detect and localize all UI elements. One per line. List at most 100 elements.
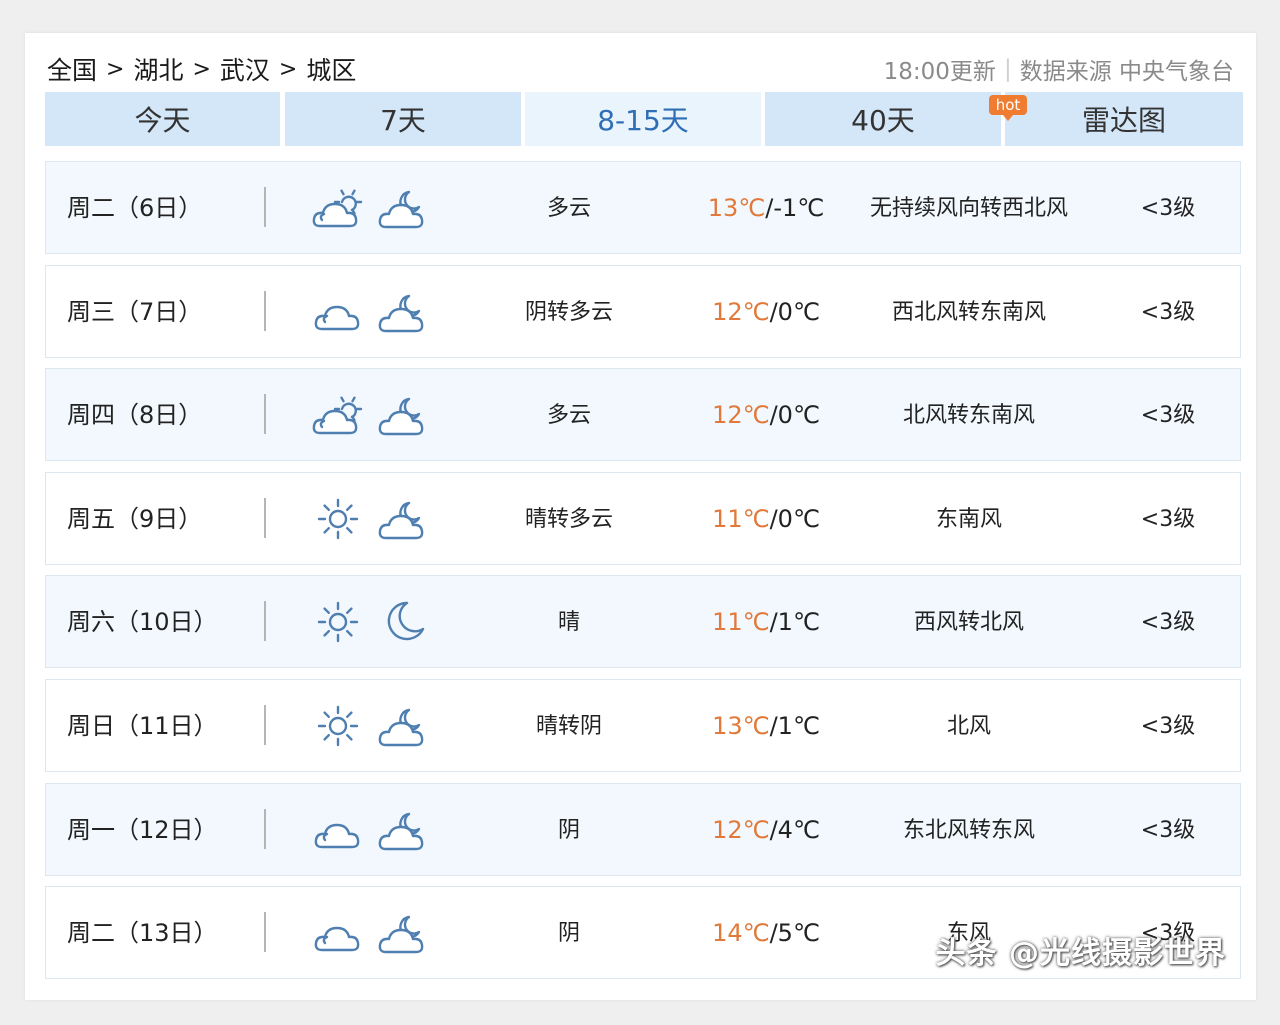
- low-temp: /-1℃: [765, 194, 825, 222]
- overcast-cloud-icon: [312, 287, 364, 337]
- temperature-range: 12℃/0℃: [666, 266, 866, 357]
- temperature-range: 11℃/1℃: [666, 576, 866, 667]
- weather-card: 全国 > 湖北 > 武汉 > 城区 18:00更新 | 数据来源 中央气象台 今…: [25, 33, 1256, 1000]
- crescent-moon-icon: [377, 597, 429, 647]
- high-temp: 11℃: [712, 504, 770, 533]
- wind-level: <3级: [1140, 817, 1196, 843]
- breadcrumb-separator: >: [106, 56, 125, 82]
- forecast-row: 周日（11日） 晴转阴 13℃/1℃ 北风 <3级: [45, 679, 1241, 772]
- column-divider: [264, 290, 266, 331]
- column-divider: [264, 808, 266, 849]
- update-info: 18:00更新 | 数据来源 中央气象台: [884, 52, 1234, 86]
- wind-direction: 北风: [946, 714, 991, 739]
- forecast-row: 周六（10日） 晴 11℃/1℃ 西风转北风 <3级: [45, 575, 1241, 669]
- tab-8-15-days[interactable]: 8-15天: [525, 92, 761, 146]
- breadcrumb: 全国 > 湖北 > 武汉 > 城区: [47, 51, 356, 87]
- forecast-day: 周四（8日）: [67, 401, 203, 430]
- low-temp: /5℃: [769, 919, 820, 948]
- low-temp: /1℃: [769, 712, 820, 740]
- wind-direction: 西北风转东南风: [891, 299, 1046, 325]
- high-temp: 13℃: [707, 194, 766, 222]
- partly-cloudy-sun-icon: [312, 183, 364, 233]
- breadcrumb-separator: >: [192, 56, 211, 82]
- breadcrumb-separator: >: [278, 56, 298, 82]
- high-temp: 11℃: [712, 608, 770, 637]
- cloud-moon-icon: [377, 183, 429, 233]
- low-temp: /0℃: [769, 401, 820, 430]
- weather-condition: 阴: [557, 817, 580, 843]
- column-divider: [264, 187, 266, 227]
- cloud-moon-icon: [377, 494, 429, 544]
- tab-7-days[interactable]: 7天: [285, 92, 521, 146]
- forecast-row: 周五（9日） 晴转多云 11℃/0℃ 东南风 <3级: [45, 471, 1241, 565]
- wind-level: <3级: [1140, 299, 1196, 325]
- forecast-row: 周一（12日） 阴 12℃/4℃ 东北风转东风 <3级: [45, 782, 1241, 876]
- breadcrumb-item-country[interactable]: 全国: [47, 51, 97, 87]
- forecast-day: 周日（11日）: [67, 712, 218, 740]
- cloud-moon-icon: [377, 908, 429, 958]
- low-temp: /1℃: [769, 608, 820, 637]
- wind-direction: 无持续风向转西北风: [869, 196, 1068, 221]
- breadcrumb-item-district: 城区: [306, 56, 357, 85]
- wind-direction: 西风转北风: [913, 610, 1024, 636]
- cloud-moon-icon: [377, 701, 429, 751]
- forecast-day: 周五（9日）: [67, 504, 203, 533]
- forecast-day: 周一（12日）: [67, 815, 218, 844]
- forecast-day: 周三（7日）: [67, 297, 203, 326]
- sun-icon: [312, 597, 364, 647]
- partly-cloudy-sun-icon: [312, 390, 364, 440]
- weather-condition: 晴: [557, 610, 580, 636]
- high-temp: 13℃: [712, 712, 770, 740]
- column-divider: [264, 912, 266, 953]
- high-temp: 14℃: [712, 919, 770, 948]
- sun-icon: [312, 494, 364, 544]
- wind-direction: 东北风转东风: [902, 817, 1035, 843]
- watermark: 头条 @光线摄影世界: [935, 936, 1226, 971]
- wind-level: <3级: [1140, 610, 1196, 636]
- cloud-moon-icon: [377, 287, 429, 337]
- forecast-day: 周六（10日）: [67, 608, 218, 637]
- column-divider: [264, 497, 266, 538]
- hot-badge: hot: [989, 95, 1027, 121]
- forecast-row: 周二（6日） 多云 13℃/-1℃ 无持续风向转西北风 <3级: [45, 161, 1241, 254]
- breadcrumb-item-province[interactable]: 湖北: [133, 51, 183, 87]
- weather-condition: 阴转多云: [524, 299, 613, 325]
- tab-today[interactable]: 今天: [45, 92, 280, 146]
- overcast-cloud-icon: [312, 908, 364, 958]
- temperature-range: 12℃/0℃: [666, 369, 866, 460]
- temperature-range: 13℃/1℃: [666, 680, 866, 771]
- forecast-row: 周四（8日） 多云 12℃/0℃ 北风转东南风 <3级: [45, 368, 1241, 462]
- wind-direction: 北风转东南风: [902, 403, 1035, 429]
- weather-condition: 多云: [546, 403, 591, 429]
- forecast-day: 周二（6日）: [67, 194, 203, 222]
- high-temp: 12℃: [712, 297, 770, 326]
- meta-divider: |: [1003, 56, 1012, 82]
- low-temp: /0℃: [769, 297, 820, 326]
- cloud-moon-icon: [377, 805, 429, 855]
- temperature-range: 12℃/4℃: [666, 784, 866, 875]
- overcast-cloud-icon: [312, 805, 364, 855]
- temperature-range: 11℃/0℃: [666, 473, 866, 564]
- column-divider: [264, 394, 266, 435]
- data-source: 数据来源 中央气象台: [1019, 59, 1234, 85]
- top-bar: 全国 > 湖北 > 武汉 > 城区 18:00更新 | 数据来源 中央气象台: [25, 33, 1256, 93]
- wind-level: <3级: [1140, 506, 1196, 532]
- wind-level: <3级: [1140, 196, 1196, 221]
- forecast-day: 周二（13日）: [67, 919, 218, 948]
- high-temp: 12℃: [712, 401, 770, 430]
- update-time: 18:00更新: [883, 59, 996, 85]
- low-temp: /4℃: [769, 815, 820, 844]
- weather-condition: 晴转阴: [535, 714, 602, 739]
- forecast-tabs: 今天 7天 8-15天 40天 雷达图 hot: [45, 92, 1243, 146]
- breadcrumb-item-city[interactable]: 武汉: [220, 51, 270, 87]
- tab-radar[interactable]: 雷达图: [1005, 92, 1243, 146]
- weather-condition: 晴转多云: [524, 506, 613, 532]
- weather-condition: 多云: [546, 196, 591, 221]
- temperature-range: 13℃/-1℃: [666, 162, 866, 253]
- wind-direction: 东南风: [935, 506, 1002, 532]
- low-temp: /0℃: [769, 504, 820, 533]
- forecast-row: 周三（7日） 阴转多云 12℃/0℃ 西北风转东南风 <3级: [45, 264, 1241, 358]
- tab-40-days[interactable]: 40天: [765, 92, 1001, 146]
- weather-condition: 阴: [557, 921, 580, 947]
- column-divider: [264, 601, 266, 642]
